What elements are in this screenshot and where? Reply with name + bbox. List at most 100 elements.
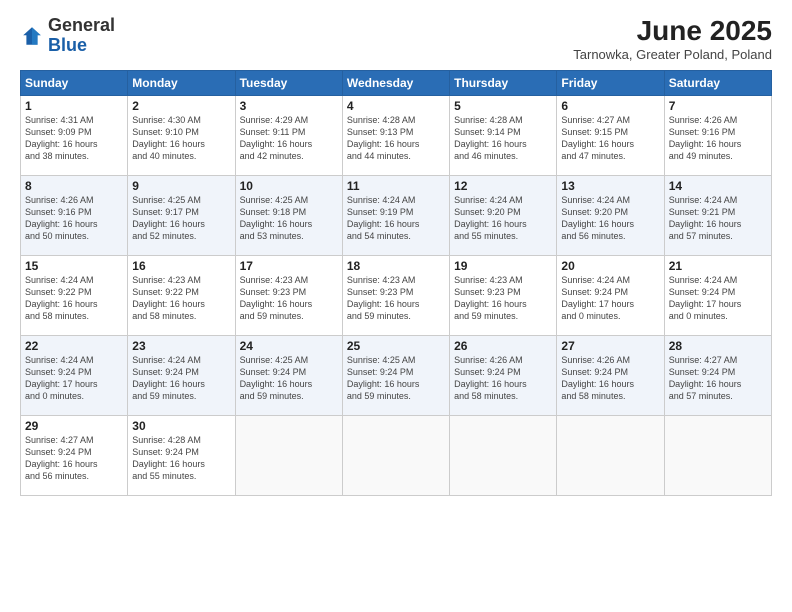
- day-info: Sunrise: 4:24 AM Sunset: 9:20 PM Dayligh…: [454, 194, 552, 243]
- day-info: Sunrise: 4:24 AM Sunset: 9:24 PM Dayligh…: [561, 274, 659, 323]
- calendar-table: Sunday Monday Tuesday Wednesday Thursday…: [20, 70, 772, 496]
- day-number: 10: [240, 179, 338, 193]
- day-number: 26: [454, 339, 552, 353]
- day-number: 21: [669, 259, 767, 273]
- day-number: 1: [25, 99, 123, 113]
- table-row: 6Sunrise: 4:27 AM Sunset: 9:15 PM Daylig…: [557, 95, 664, 175]
- day-info: Sunrise: 4:24 AM Sunset: 9:20 PM Dayligh…: [561, 194, 659, 243]
- calendar-header-row: Sunday Monday Tuesday Wednesday Thursday…: [21, 70, 772, 95]
- day-info: Sunrise: 4:23 AM Sunset: 9:23 PM Dayligh…: [347, 274, 445, 323]
- table-row: 16Sunrise: 4:23 AM Sunset: 9:22 PM Dayli…: [128, 255, 235, 335]
- day-number: 13: [561, 179, 659, 193]
- table-row: 8Sunrise: 4:26 AM Sunset: 9:16 PM Daylig…: [21, 175, 128, 255]
- table-row: 1Sunrise: 4:31 AM Sunset: 9:09 PM Daylig…: [21, 95, 128, 175]
- day-info: Sunrise: 4:24 AM Sunset: 9:24 PM Dayligh…: [669, 274, 767, 323]
- month-title: June 2025: [573, 16, 772, 47]
- day-number: 23: [132, 339, 230, 353]
- day-number: 29: [25, 419, 123, 433]
- location: Tarnowka, Greater Poland, Poland: [573, 47, 772, 62]
- table-row: 19Sunrise: 4:23 AM Sunset: 9:23 PM Dayli…: [450, 255, 557, 335]
- day-info: Sunrise: 4:25 AM Sunset: 9:24 PM Dayligh…: [240, 354, 338, 403]
- day-number: 7: [669, 99, 767, 113]
- day-number: 19: [454, 259, 552, 273]
- table-row: [664, 415, 771, 495]
- day-info: Sunrise: 4:26 AM Sunset: 9:16 PM Dayligh…: [25, 194, 123, 243]
- day-info: Sunrise: 4:27 AM Sunset: 9:24 PM Dayligh…: [25, 434, 123, 483]
- calendar-week-row: 8Sunrise: 4:26 AM Sunset: 9:16 PM Daylig…: [21, 175, 772, 255]
- table-row: 23Sunrise: 4:24 AM Sunset: 9:24 PM Dayli…: [128, 335, 235, 415]
- day-info: Sunrise: 4:30 AM Sunset: 9:10 PM Dayligh…: [132, 114, 230, 163]
- day-number: 24: [240, 339, 338, 353]
- day-info: Sunrise: 4:23 AM Sunset: 9:23 PM Dayligh…: [454, 274, 552, 323]
- day-info: Sunrise: 4:31 AM Sunset: 9:09 PM Dayligh…: [25, 114, 123, 163]
- day-info: Sunrise: 4:29 AM Sunset: 9:11 PM Dayligh…: [240, 114, 338, 163]
- day-info: Sunrise: 4:23 AM Sunset: 9:23 PM Dayligh…: [240, 274, 338, 323]
- day-number: 15: [25, 259, 123, 273]
- calendar-week-row: 22Sunrise: 4:24 AM Sunset: 9:24 PM Dayli…: [21, 335, 772, 415]
- col-saturday: Saturday: [664, 70, 771, 95]
- calendar-week-row: 1Sunrise: 4:31 AM Sunset: 9:09 PM Daylig…: [21, 95, 772, 175]
- table-row: 14Sunrise: 4:24 AM Sunset: 9:21 PM Dayli…: [664, 175, 771, 255]
- day-info: Sunrise: 4:25 AM Sunset: 9:18 PM Dayligh…: [240, 194, 338, 243]
- day-info: Sunrise: 4:28 AM Sunset: 9:14 PM Dayligh…: [454, 114, 552, 163]
- day-number: 12: [454, 179, 552, 193]
- table-row: 17Sunrise: 4:23 AM Sunset: 9:23 PM Dayli…: [235, 255, 342, 335]
- day-number: 27: [561, 339, 659, 353]
- col-tuesday: Tuesday: [235, 70, 342, 95]
- day-info: Sunrise: 4:25 AM Sunset: 9:24 PM Dayligh…: [347, 354, 445, 403]
- table-row: 7Sunrise: 4:26 AM Sunset: 9:16 PM Daylig…: [664, 95, 771, 175]
- day-info: Sunrise: 4:24 AM Sunset: 9:24 PM Dayligh…: [25, 354, 123, 403]
- calendar-week-row: 15Sunrise: 4:24 AM Sunset: 9:22 PM Dayli…: [21, 255, 772, 335]
- table-row: 9Sunrise: 4:25 AM Sunset: 9:17 PM Daylig…: [128, 175, 235, 255]
- table-row: 15Sunrise: 4:24 AM Sunset: 9:22 PM Dayli…: [21, 255, 128, 335]
- logo-icon: [20, 24, 44, 48]
- table-row: [342, 415, 449, 495]
- day-number: 4: [347, 99, 445, 113]
- day-number: 2: [132, 99, 230, 113]
- table-row: 28Sunrise: 4:27 AM Sunset: 9:24 PM Dayli…: [664, 335, 771, 415]
- page: General Blue June 2025 Tarnowka, Greater…: [0, 0, 792, 612]
- day-info: Sunrise: 4:24 AM Sunset: 9:21 PM Dayligh…: [669, 194, 767, 243]
- day-number: 9: [132, 179, 230, 193]
- logo: General Blue: [20, 16, 115, 56]
- table-row: 21Sunrise: 4:24 AM Sunset: 9:24 PM Dayli…: [664, 255, 771, 335]
- day-number: 17: [240, 259, 338, 273]
- table-row: 11Sunrise: 4:24 AM Sunset: 9:19 PM Dayli…: [342, 175, 449, 255]
- table-row: 5Sunrise: 4:28 AM Sunset: 9:14 PM Daylig…: [450, 95, 557, 175]
- day-number: 25: [347, 339, 445, 353]
- table-row: 24Sunrise: 4:25 AM Sunset: 9:24 PM Dayli…: [235, 335, 342, 415]
- table-row: 30Sunrise: 4:28 AM Sunset: 9:24 PM Dayli…: [128, 415, 235, 495]
- day-info: Sunrise: 4:24 AM Sunset: 9:24 PM Dayligh…: [132, 354, 230, 403]
- table-row: 26Sunrise: 4:26 AM Sunset: 9:24 PM Dayli…: [450, 335, 557, 415]
- day-number: 8: [25, 179, 123, 193]
- table-row: 25Sunrise: 4:25 AM Sunset: 9:24 PM Dayli…: [342, 335, 449, 415]
- table-row: 29Sunrise: 4:27 AM Sunset: 9:24 PM Dayli…: [21, 415, 128, 495]
- day-info: Sunrise: 4:28 AM Sunset: 9:13 PM Dayligh…: [347, 114, 445, 163]
- day-info: Sunrise: 4:26 AM Sunset: 9:16 PM Dayligh…: [669, 114, 767, 163]
- table-row: 12Sunrise: 4:24 AM Sunset: 9:20 PM Dayli…: [450, 175, 557, 255]
- day-info: Sunrise: 4:27 AM Sunset: 9:24 PM Dayligh…: [669, 354, 767, 403]
- day-number: 5: [454, 99, 552, 113]
- table-row: 20Sunrise: 4:24 AM Sunset: 9:24 PM Dayli…: [557, 255, 664, 335]
- day-info: Sunrise: 4:26 AM Sunset: 9:24 PM Dayligh…: [561, 354, 659, 403]
- day-info: Sunrise: 4:28 AM Sunset: 9:24 PM Dayligh…: [132, 434, 230, 483]
- col-friday: Friday: [557, 70, 664, 95]
- table-row: 10Sunrise: 4:25 AM Sunset: 9:18 PM Dayli…: [235, 175, 342, 255]
- table-row: 13Sunrise: 4:24 AM Sunset: 9:20 PM Dayli…: [557, 175, 664, 255]
- day-info: Sunrise: 4:25 AM Sunset: 9:17 PM Dayligh…: [132, 194, 230, 243]
- table-row: 2Sunrise: 4:30 AM Sunset: 9:10 PM Daylig…: [128, 95, 235, 175]
- table-row: 22Sunrise: 4:24 AM Sunset: 9:24 PM Dayli…: [21, 335, 128, 415]
- header: General Blue June 2025 Tarnowka, Greater…: [20, 16, 772, 62]
- col-wednesday: Wednesday: [342, 70, 449, 95]
- day-number: 16: [132, 259, 230, 273]
- table-row: 3Sunrise: 4:29 AM Sunset: 9:11 PM Daylig…: [235, 95, 342, 175]
- table-row: 4Sunrise: 4:28 AM Sunset: 9:13 PM Daylig…: [342, 95, 449, 175]
- day-number: 28: [669, 339, 767, 353]
- day-info: Sunrise: 4:24 AM Sunset: 9:22 PM Dayligh…: [25, 274, 123, 323]
- day-number: 30: [132, 419, 230, 433]
- table-row: [450, 415, 557, 495]
- day-info: Sunrise: 4:24 AM Sunset: 9:19 PM Dayligh…: [347, 194, 445, 243]
- day-number: 18: [347, 259, 445, 273]
- day-number: 6: [561, 99, 659, 113]
- day-number: 3: [240, 99, 338, 113]
